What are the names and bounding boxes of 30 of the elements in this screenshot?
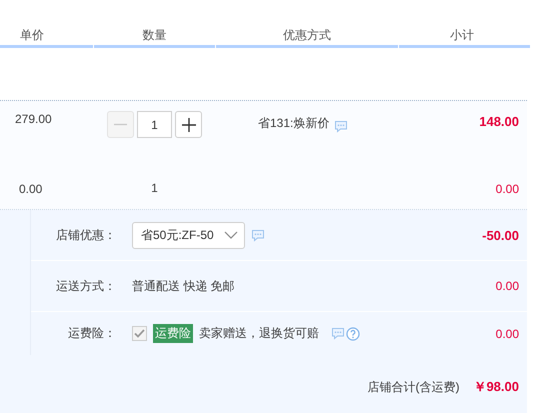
promotion-text: 省131:焕新价 bbox=[258, 115, 330, 132]
option-amount: 0.00 bbox=[496, 279, 520, 293]
option-label: 运费险： bbox=[67, 325, 116, 342]
coupon-select[interactable]: 省50元:ZF-50 bbox=[132, 222, 245, 248]
insurance-badge: 运费险 bbox=[153, 324, 193, 343]
subtotal: 0.00 bbox=[496, 182, 519, 196]
help-icon[interactable] bbox=[346, 326, 360, 340]
chat-bubble-icon[interactable] bbox=[250, 228, 265, 242]
option-label: 运送方式： bbox=[55, 278, 116, 294]
chat-bubble-icon[interactable] bbox=[334, 120, 348, 133]
option-amount: 0.00 bbox=[496, 326, 520, 340]
total-amount: ￥98.00 bbox=[473, 378, 519, 396]
plus-icon bbox=[182, 118, 196, 132]
quantity-text: 1 bbox=[151, 181, 158, 195]
chat-bubble-icon[interactable] bbox=[331, 326, 345, 340]
column-header: 小计 bbox=[399, 27, 530, 48]
column-header: 优惠方式 bbox=[216, 27, 398, 48]
subtotal: 148.00 bbox=[479, 114, 519, 129]
increase-button[interactable] bbox=[175, 111, 202, 138]
insurance-text: 卖家赠送，退换货可赔 bbox=[199, 325, 319, 342]
unit-price: 0.00 bbox=[19, 182, 42, 196]
option-amount: -50.00 bbox=[482, 228, 520, 242]
quantity-field[interactable]: 1 bbox=[137, 111, 172, 138]
option-label: 店铺优惠： bbox=[55, 226, 116, 244]
column-header: 单价 bbox=[0, 27, 93, 48]
total-label: 店铺合计(含运费) bbox=[367, 378, 460, 396]
unit-price: 279.00 bbox=[15, 112, 52, 126]
chevron-down-icon bbox=[224, 231, 238, 239]
shipping-method: 普通配送 快递 免邮 bbox=[132, 278, 235, 294]
column-header: 数量 bbox=[94, 27, 215, 48]
